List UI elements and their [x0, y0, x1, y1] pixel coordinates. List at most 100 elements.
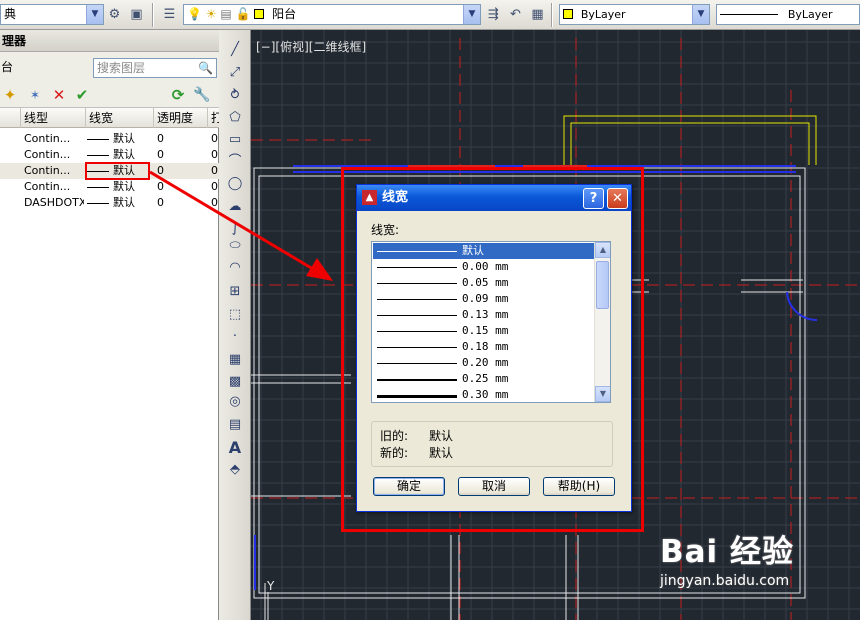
- layer-row[interactable]: Contin... 默认 0 0: [0, 131, 219, 147]
- ok-button[interactable]: 确定: [373, 477, 445, 496]
- close-icon[interactable]: ✕: [607, 188, 628, 209]
- transparency-cell[interactable]: 0: [157, 179, 197, 195]
- workspace-value: 典: [4, 7, 17, 21]
- new-layer-vp-frozen-icon[interactable]: ✶: [25, 85, 45, 105]
- lineweight-cell[interactable]: 默认: [87, 195, 151, 211]
- lineweight-cell[interactable]: 默认: [87, 179, 151, 195]
- gear-icon[interactable]: ⚙: [105, 5, 124, 24]
- lineweight-option[interactable]: 0.20 mm: [373, 355, 595, 371]
- cancel-button[interactable]: 取消: [458, 477, 530, 496]
- insert-block-icon[interactable]: ⊞: [224, 282, 246, 302]
- linetype-cell[interactable]: DASHDOTX2: [24, 195, 84, 211]
- lineweight-option[interactable]: 0.05 mm: [373, 275, 595, 291]
- col-lineweight[interactable]: 线宽: [85, 108, 153, 128]
- point-icon[interactable]: ·: [224, 327, 246, 347]
- arc-icon[interactable]: ⌒: [224, 152, 246, 172]
- linetype-combo[interactable]: ByLayer: [716, 4, 860, 25]
- scroll-thumb[interactable]: [596, 261, 609, 309]
- lineweight-dialog: ▲ 线宽 ? ✕ 线宽: 默认 0.00 mm 0.05 mm 0.09 mm 0.13…: [356, 184, 632, 512]
- make-block-icon[interactable]: ⬚: [224, 305, 246, 325]
- rectangle-icon[interactable]: ▭: [224, 130, 246, 150]
- linetype-cell[interactable]: Contin...: [24, 163, 84, 179]
- delete-layer-icon[interactable]: ✕: [49, 85, 69, 105]
- layer-row[interactable]: DASHDOTX2 默认 00: [0, 195, 219, 211]
- search-icon[interactable]: 🔍: [198, 59, 213, 77]
- add-selected-icon[interactable]: ⬘: [224, 460, 246, 480]
- linetype-value: ByLayer: [787, 8, 833, 21]
- mtext-icon[interactable]: A: [224, 438, 246, 458]
- table-icon[interactable]: ▤: [224, 415, 246, 435]
- ellipse-arc-icon[interactable]: ◠: [224, 258, 246, 278]
- chevron-down-icon[interactable]: ▼: [463, 5, 480, 24]
- plot-cell[interactable]: 0: [211, 179, 219, 195]
- linetype-cell[interactable]: Contin...: [24, 131, 84, 147]
- scroll-up-icon[interactable]: ▲: [595, 242, 610, 258]
- lineweight-option-label: 0.13 mm: [462, 308, 509, 321]
- col-linetype[interactable]: 线型: [20, 108, 85, 128]
- lineweight-option[interactable]: 0.09 mm: [373, 291, 595, 307]
- lineweight-value: 默认: [113, 180, 135, 193]
- color-combo[interactable]: ByLayer ▼: [559, 4, 710, 25]
- transparency-cell[interactable]: 0: [157, 131, 197, 147]
- search-layers-input[interactable]: 搜索图层 🔍: [93, 58, 217, 78]
- plot-cell[interactable]: 0: [211, 195, 219, 211]
- transparency-cell[interactable]: 0: [157, 195, 197, 211]
- lineweight-option[interactable]: 0.25 mm: [373, 371, 595, 387]
- linetype-cell[interactable]: Contin...: [24, 179, 84, 195]
- lineweight-list[interactable]: 默认 0.00 mm 0.05 mm 0.09 mm 0.13 mm 0.15 mm 0.1…: [371, 241, 611, 403]
- chevron-down-icon[interactable]: ▼: [86, 5, 103, 24]
- layer-previous-icon[interactable]: ↶: [506, 5, 525, 24]
- help-button[interactable]: 帮助(H): [543, 477, 615, 496]
- viewport-label[interactable]: [−][俯视][二维线框]: [256, 38, 366, 55]
- plot-cell[interactable]: 0: [211, 147, 219, 163]
- col-transparency[interactable]: 透明度: [153, 108, 207, 128]
- lineweight-option[interactable]: 0.30 mm: [373, 387, 595, 402]
- circle-icon[interactable]: ◯: [224, 174, 246, 194]
- polygon-icon[interactable]: ⬠: [224, 108, 246, 128]
- dialog-titlebar[interactable]: ▲ 线宽 ? ✕: [357, 185, 631, 211]
- ellipse-icon[interactable]: ⬭: [224, 236, 246, 256]
- polyline-icon[interactable]: ⥁: [224, 86, 246, 106]
- layer-row[interactable]: Contin... 默认 0 0: [0, 147, 219, 163]
- gradient-icon[interactable]: ▩: [224, 372, 246, 392]
- construction-line-icon[interactable]: ⤢: [224, 63, 246, 83]
- workspace-combo[interactable]: 典 ▼: [0, 4, 104, 25]
- lineweight-cell[interactable]: 默认: [87, 147, 151, 163]
- lineweight-option[interactable]: 默认: [373, 243, 595, 259]
- line-icon[interactable]: ╱: [224, 40, 246, 60]
- plot-cell[interactable]: 0: [211, 163, 219, 179]
- layer-combo[interactable]: 💡 ☀ ▤ 🔓 阳台 ▼: [183, 4, 481, 25]
- lightbulb-icon: 💡: [187, 7, 202, 21]
- lineweight-sample: [377, 395, 457, 398]
- current-layer-label: 台: [1, 60, 14, 74]
- help-icon[interactable]: ?: [583, 188, 604, 209]
- lineweight-sample: [87, 202, 109, 204]
- workspace-settings-icon[interactable]: ▣: [127, 5, 146, 24]
- transparency-cell[interactable]: 0: [157, 163, 197, 179]
- new-layer-icon[interactable]: ✦: [0, 85, 20, 105]
- lineweight-option[interactable]: 0.00 mm: [373, 259, 595, 275]
- revision-cloud-icon[interactable]: ☁: [224, 197, 246, 217]
- linetype-cell[interactable]: Contin...: [24, 147, 84, 163]
- chevron-down-icon[interactable]: ▼: [692, 5, 709, 24]
- layer-state-icon[interactable]: ▦: [528, 5, 547, 24]
- plot-cell[interactable]: 0: [211, 131, 219, 147]
- region-icon[interactable]: ◎: [224, 392, 246, 412]
- layer-row[interactable]: Contin... 默认 0 0: [0, 179, 219, 195]
- layer-properties-icon[interactable]: ☰: [160, 5, 179, 24]
- set-current-icon[interactable]: ✔: [72, 85, 92, 105]
- scroll-down-icon[interactable]: ▼: [595, 386, 610, 402]
- hatch-icon[interactable]: ▦: [224, 350, 246, 370]
- transparency-cell[interactable]: 0: [157, 147, 197, 163]
- lineweight-option[interactable]: 0.18 mm: [373, 339, 595, 355]
- lineweight-cell-highlight: [85, 162, 150, 180]
- lineweight-option[interactable]: 0.15 mm: [373, 323, 595, 339]
- lineweight-value: 默认: [113, 196, 135, 209]
- list-scrollbar[interactable]: ▲ ▼: [594, 242, 610, 402]
- make-current-icon[interactable]: ⇶: [484, 5, 503, 24]
- refresh-icon[interactable]: ⟳: [168, 85, 188, 105]
- lineweight-cell[interactable]: 默认: [87, 131, 151, 147]
- settings-wrench-icon[interactable]: 🔧: [192, 85, 212, 105]
- lock-icon: 🔓: [235, 7, 251, 21]
- lineweight-option[interactable]: 0.13 mm: [373, 307, 595, 323]
